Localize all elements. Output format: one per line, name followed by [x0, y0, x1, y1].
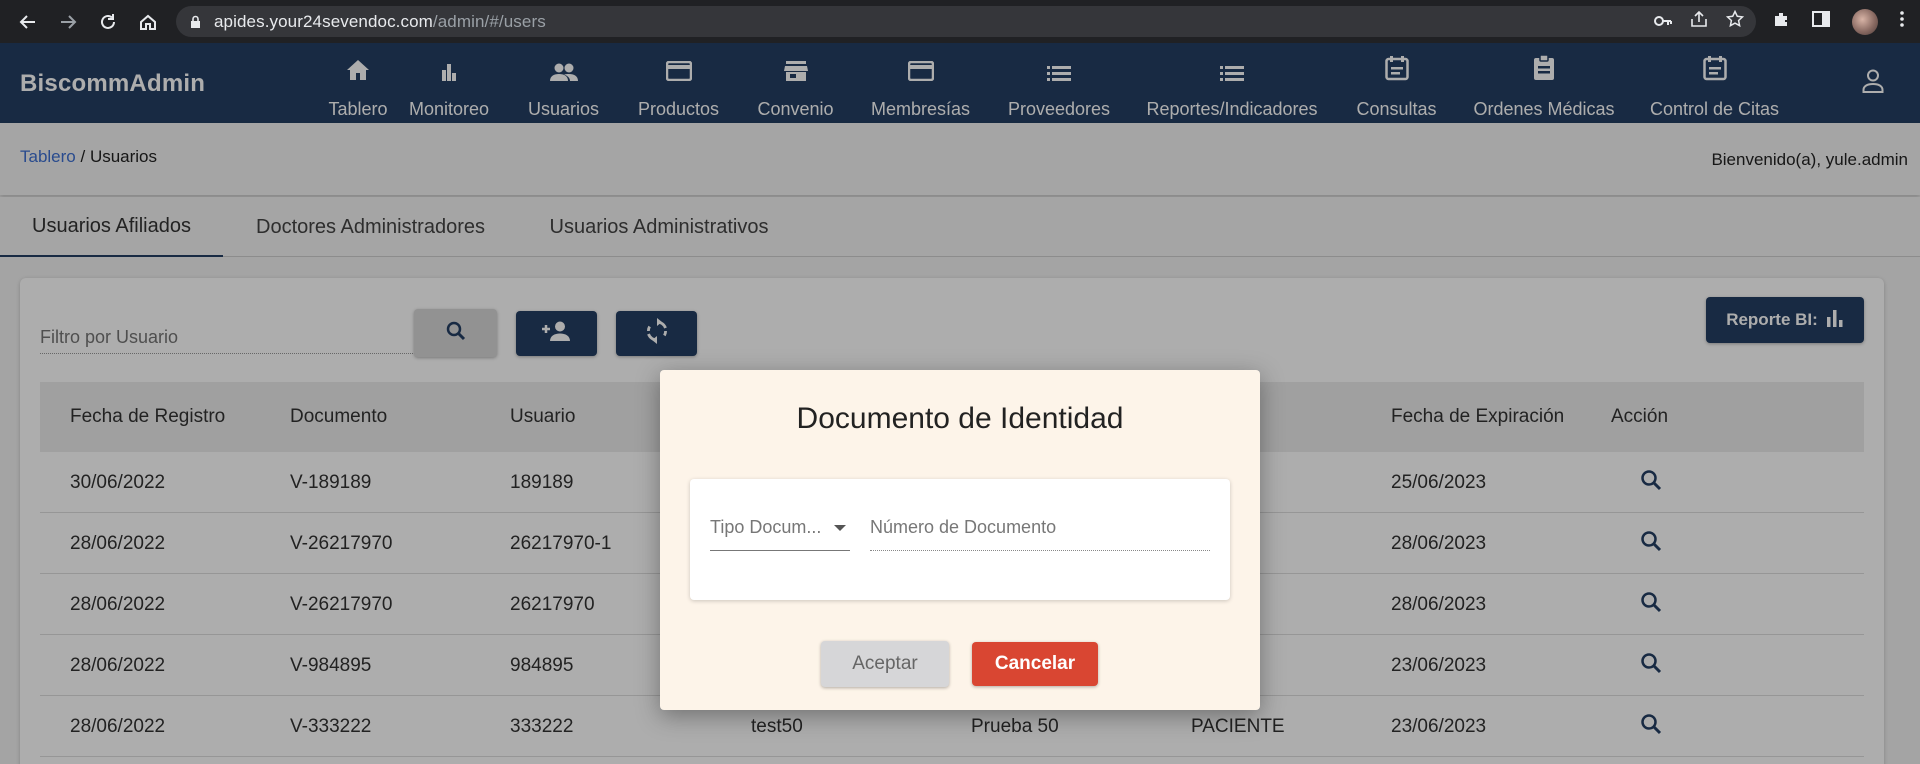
identity-document-dialog: Documento de Identidad Tipo Docum... Núm… [660, 370, 1260, 710]
accept-button[interactable]: Aceptar [821, 641, 949, 687]
profile-avatar[interactable] [1852, 8, 1878, 35]
document-type-select[interactable]: Tipo Docum... [710, 517, 850, 551]
forward-icon[interactable] [48, 0, 88, 43]
address-bar[interactable]: apides.your24sevendoc.com/admin/#/users [176, 6, 1756, 37]
share-icon[interactable] [1690, 10, 1708, 32]
back-icon[interactable] [8, 0, 48, 43]
document-number-input[interactable]: Número de Documento [870, 517, 1210, 551]
more-menu-icon[interactable] [1900, 11, 1904, 32]
key-icon[interactable] [1654, 12, 1672, 32]
dialog-form: Tipo Docum... Número de Documento [690, 479, 1230, 600]
extensions-icon[interactable] [1772, 10, 1790, 33]
dialog-title: Documento de Identidad [796, 402, 1124, 435]
browser-toolbar: apides.your24sevendoc.com/admin/#/users [0, 0, 1920, 43]
cancel-button[interactable]: Cancelar [972, 642, 1098, 686]
url-text: apides.your24sevendoc.com/admin/#/users [214, 11, 546, 31]
home-browser-icon[interactable] [128, 0, 168, 43]
star-icon[interactable] [1725, 9, 1745, 33]
reload-icon[interactable] [88, 0, 128, 43]
side-panel-icon[interactable] [1812, 11, 1830, 32]
dropdown-arrow-icon [834, 525, 846, 531]
lock-icon [176, 15, 214, 29]
